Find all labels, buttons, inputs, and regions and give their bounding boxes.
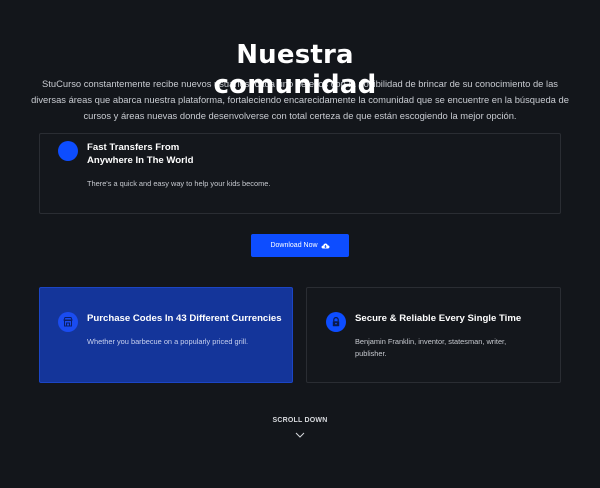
feature-icon-circle bbox=[326, 312, 346, 332]
scroll-down-label[interactable]: SCROLL DOWN bbox=[0, 417, 600, 424]
shop-icon bbox=[63, 317, 73, 327]
chevron-down-icon[interactable] bbox=[295, 432, 305, 438]
title-line-2: comunidad bbox=[213, 70, 377, 100]
cloud-download-icon bbox=[321, 243, 330, 249]
lock-icon bbox=[332, 316, 340, 327]
feature-heading: Secure & Reliable Every Single Time bbox=[355, 313, 522, 324]
feature-heading: Fast Transfers From Anywhere In The Worl… bbox=[87, 142, 194, 166]
feature-card-currencies: Purchase Codes In 43 Different Currencie… bbox=[39, 287, 293, 383]
feature-text: Whether you barbecue on a popularly pric… bbox=[87, 337, 249, 346]
feature-icon-circle bbox=[58, 141, 78, 161]
feature-icon-circle bbox=[58, 312, 78, 332]
feature-card-transfers: Fast Transfers From Anywhere In The Worl… bbox=[39, 133, 561, 214]
feature-text: Benjamin Franklin, inventor, statesman, … bbox=[355, 337, 507, 358]
feature-text: There's a quick and easy way to help you… bbox=[87, 179, 271, 188]
download-now-button[interactable]: Download Now bbox=[251, 234, 349, 257]
page-title: Nuestra comunidad bbox=[0, 40, 600, 100]
download-button-label: Download Now bbox=[270, 242, 318, 249]
title-line-1: Nuestra bbox=[236, 40, 354, 70]
feature-card-secure: Secure & Reliable Every Single Time Benj… bbox=[306, 287, 561, 383]
feature-heading: Purchase Codes In 43 Different Currencie… bbox=[87, 313, 282, 324]
